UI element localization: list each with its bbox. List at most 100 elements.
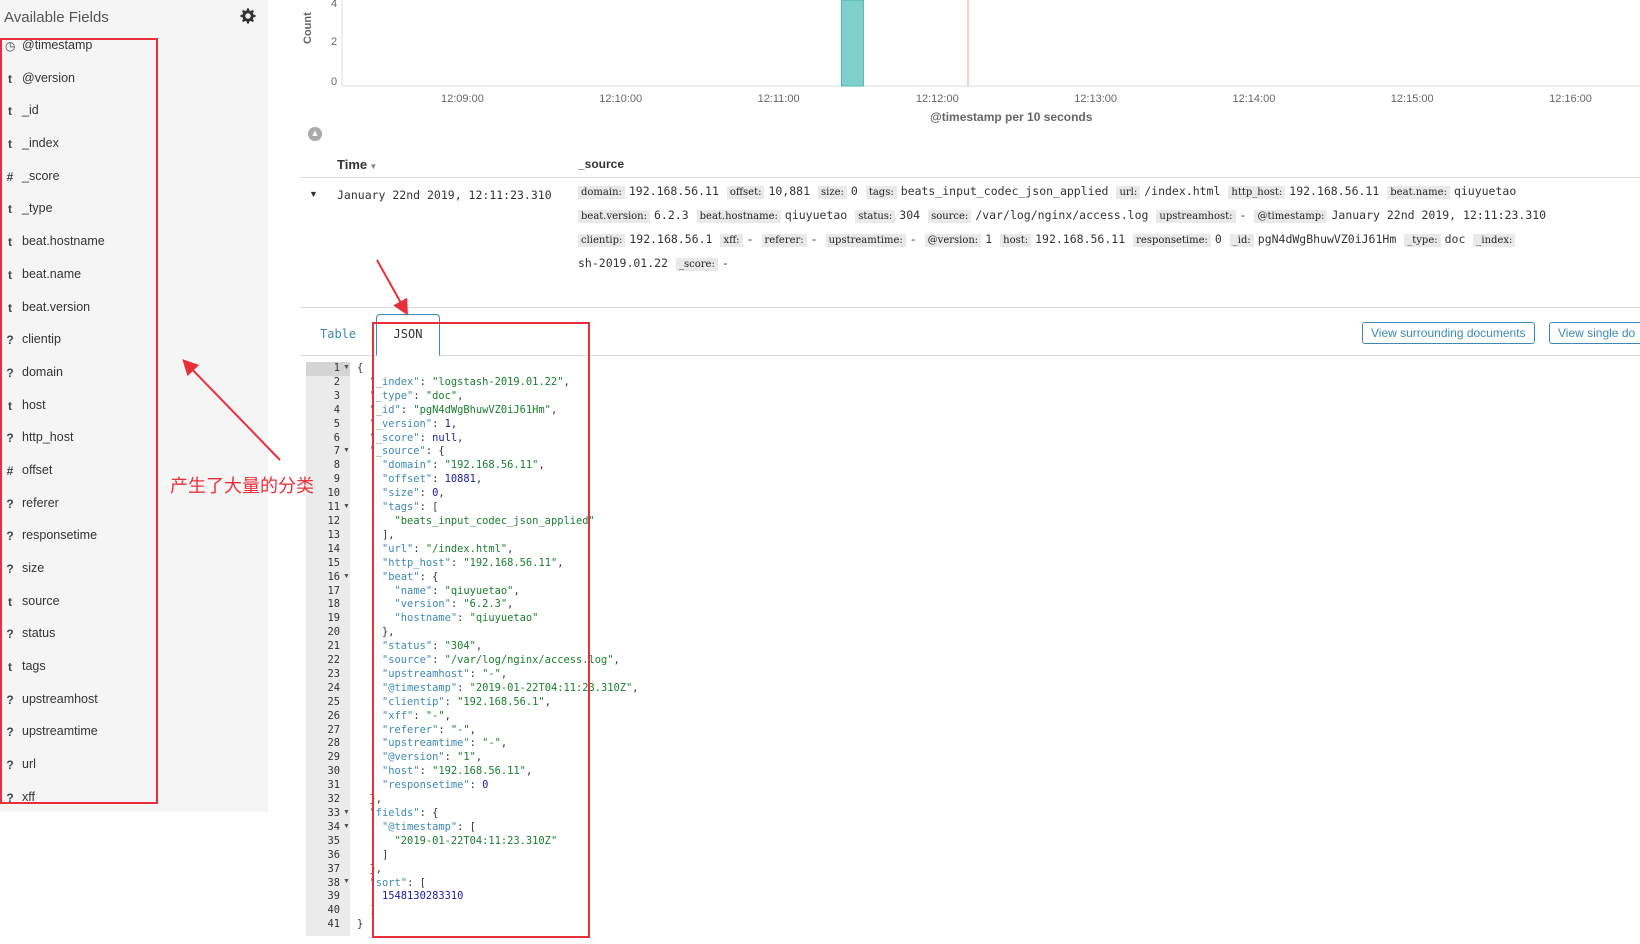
code-line: "domain": "192.168.56.11", xyxy=(382,459,545,472)
field-name: referer xyxy=(22,495,59,510)
source-field-value: - xyxy=(721,256,729,270)
sidebar-field-version[interactable]: t @version xyxy=(0,64,268,97)
json-code[interactable]: { "_index": "logstash-2019.01.22", "_typ… xyxy=(357,362,639,932)
code-line: "source": "/var/log/nginx/access.log", xyxy=(382,654,620,667)
source-field-value: January 22nd 2019, 12:11:23.310 xyxy=(1331,208,1547,222)
code-line: "offset": 10881, xyxy=(382,473,483,486)
code-line: "responsetime": 0 xyxy=(382,779,489,792)
source-line: beat.version: 6.2.3 beat.hostname: qiuyueta… xyxy=(578,208,1554,223)
code-line: "_score": null, xyxy=(369,431,464,444)
code-line: "beat": { xyxy=(382,570,439,583)
table-row[interactable]: ▼ January 22nd 2019, 12:11:23.310 domain… xyxy=(300,180,1640,308)
line-numbers: 1 2 3 4 5 6 7 8 9 10 11 12 13 14 15 16 17 18 19 20 21 22 23 24 2… xyxy=(306,362,340,932)
fold-toggle-icon[interactable]: ▼ xyxy=(343,503,350,510)
source-field-key: _score: xyxy=(676,258,718,271)
sidebar-field-xff[interactable]: ? xff xyxy=(0,783,268,816)
line-number: 40 xyxy=(327,904,340,917)
fold-toggle-icon[interactable]: ▼ xyxy=(343,364,350,371)
source-field-key: tags: xyxy=(865,186,897,199)
field-type-icon: ? xyxy=(6,431,14,446)
source-field-key: status: xyxy=(855,210,896,223)
line-number: 3 xyxy=(333,389,340,402)
source-field-key: responsetime: xyxy=(1133,234,1211,247)
field-name: host xyxy=(22,397,46,412)
fold-toggle-icon[interactable]: ▼ xyxy=(343,809,350,816)
sidebar-field-beat-version[interactable]: t beat.version xyxy=(0,293,268,326)
sidebar-field-beat-hostname[interactable]: t beat.hostname xyxy=(0,227,268,260)
sidebar-field-source[interactable]: t source xyxy=(0,587,268,620)
sidebar-field-http-host[interactable]: ? http_host xyxy=(0,423,268,456)
sidebar-field-score[interactable]: # _score xyxy=(0,162,268,195)
line-number: 19 xyxy=(327,612,340,625)
x-axis-title: @timestamp per 10 seconds xyxy=(930,110,1093,124)
line-number: 15 xyxy=(327,556,340,569)
field-name: domain xyxy=(22,364,63,379)
code-line: "@timestamp": [ xyxy=(382,820,476,833)
field-type-icon: ? xyxy=(6,365,14,380)
source-field-value: 192.168.56.1 xyxy=(629,232,713,246)
sidebar-field-host[interactable]: t host xyxy=(0,391,268,424)
collapse-chart-button[interactable]: ▲ xyxy=(308,127,322,141)
expand-row-icon[interactable]: ▼ xyxy=(309,189,318,199)
field-type-icon: ? xyxy=(6,692,14,707)
field-name: beat.version xyxy=(22,299,91,314)
field-type-icon: t xyxy=(8,71,12,86)
view-single-document-button[interactable]: View single do xyxy=(1549,322,1640,344)
x-tick-label: 12:14:00 xyxy=(1232,93,1276,105)
column-header-time[interactable]: Time ▼ xyxy=(337,157,377,172)
view-surrounding-documents-button[interactable]: View surrounding documents xyxy=(1362,322,1535,344)
code-line: "referer": "-", xyxy=(382,723,476,736)
sidebar-field-responsetime[interactable]: ? responsetime xyxy=(0,521,268,554)
source-field-key: upstreamhost: xyxy=(1156,210,1236,223)
fold-toggle-icon[interactable]: ▼ xyxy=(343,447,350,454)
line-number: 1 xyxy=(333,362,340,374)
sidebar-field-domain[interactable]: ? domain xyxy=(0,358,268,391)
sidebar-field-upstreamtime[interactable]: ? upstreamtime xyxy=(0,717,268,750)
source-field-value: 6.2.3 xyxy=(654,208,689,222)
line-number: 41 xyxy=(327,918,340,931)
sidebar-field-id[interactable]: t _id xyxy=(0,96,268,129)
fold-toggle-icon[interactable]: ▼ xyxy=(343,823,350,830)
code-line: "_id": "pgN4dWgBhuwVZ0iJ61Hm", xyxy=(369,403,558,416)
annotation-label: 产生了大量的分类 xyxy=(170,476,314,497)
line-number: 25 xyxy=(327,695,340,708)
sidebar-field-beat-name[interactable]: t beat.name xyxy=(0,260,268,293)
sidebar-field-clientip[interactable]: ? clientip xyxy=(0,325,268,358)
source-field-value: 304 xyxy=(899,208,921,222)
field-type-icon: t xyxy=(8,235,12,250)
sidebar-field-timestamp[interactable]: ◷ @timestamp xyxy=(0,31,268,64)
gear-icon[interactable] xyxy=(240,8,256,24)
sidebar-field-size[interactable]: ? size xyxy=(0,554,268,587)
column-header-source: _source xyxy=(578,157,625,171)
sidebar-field-index[interactable]: t _index xyxy=(0,129,268,162)
sidebar-field-upstreamhost[interactable]: ? upstreamhost xyxy=(0,685,268,718)
source-field-value: - xyxy=(746,232,754,246)
sidebar-field-type[interactable]: t _type xyxy=(0,194,268,227)
sidebar-title: Available Fields xyxy=(4,9,109,26)
code-line: "_type": "doc", xyxy=(369,389,464,402)
line-number: 7 xyxy=(333,445,340,458)
source-field-key: upstreamtime: xyxy=(825,234,906,247)
fold-toggle-icon[interactable]: ▼ xyxy=(343,878,350,885)
source-field-value: 192.168.56.11 xyxy=(628,184,719,198)
code-line: "beats_input_codec_json_applied" xyxy=(394,514,595,527)
field-name: url xyxy=(22,757,36,772)
field-type-icon: ? xyxy=(6,333,14,348)
line-number: 4 xyxy=(333,403,340,416)
x-tick-label: 12:11:00 xyxy=(757,93,800,105)
tab-table[interactable]: Table xyxy=(320,327,356,341)
sidebar-field-tags[interactable]: t tags xyxy=(0,652,268,685)
code-line: "tags": [ xyxy=(382,501,439,514)
source-field-key: url: xyxy=(1116,186,1141,199)
sort-caret-icon[interactable]: ▼ xyxy=(367,162,377,171)
sidebar-field-url[interactable]: ? url xyxy=(0,750,268,783)
field-name: status xyxy=(22,626,56,641)
code-line: "_source": { xyxy=(369,445,445,458)
fold-toggle-icon[interactable]: ▼ xyxy=(343,573,350,580)
field-name: source xyxy=(22,593,60,608)
source-field-key: size: xyxy=(818,186,847,199)
sidebar-field-status[interactable]: ? status xyxy=(0,619,268,652)
tab-json[interactable]: JSON xyxy=(376,314,440,356)
source-field-value: - xyxy=(909,232,917,246)
field-type-icon: t xyxy=(8,594,12,609)
